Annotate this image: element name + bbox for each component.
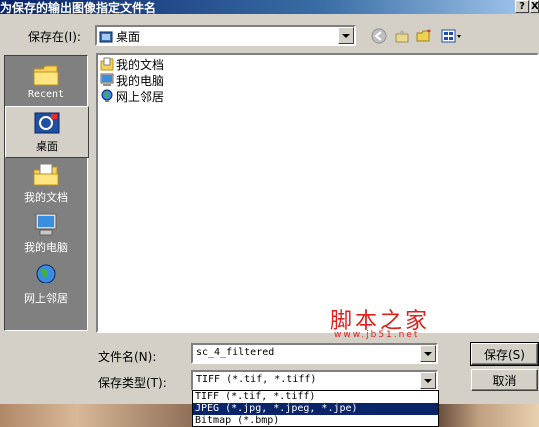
- list-item[interactable]: 我的电脑: [100, 72, 164, 88]
- file-name: 网上邻居: [116, 89, 165, 104]
- desktop-icon: [99, 30, 113, 44]
- filetype-value: TIFF (*.tif, *.tiff): [196, 374, 317, 385]
- place-label: 网上邻居: [24, 292, 68, 305]
- file-name: 我的文档: [116, 57, 165, 72]
- filetype-select[interactable]: TIFF (*.tif, *.tiff): [191, 370, 438, 391]
- my-documents-icon: [32, 162, 60, 188]
- save-in-label: 保存在(I):: [28, 30, 81, 44]
- close-button[interactable]: X: [530, 0, 539, 13]
- place-my-computer[interactable]: 我的电脑: [5, 208, 87, 258]
- file-name: 我的电脑: [116, 73, 165, 88]
- cancel-button[interactable]: 取消: [471, 369, 538, 391]
- my-computer-icon: [32, 212, 60, 238]
- filetype-dropdown: TIFF (*.tif, *.tiff) JPEG (*.jpg, *.jpeg…: [192, 390, 439, 427]
- help-button[interactable]: ?: [515, 0, 529, 13]
- svg-text:*: *: [427, 28, 431, 37]
- filename-label: 文件名(N):: [98, 350, 157, 364]
- watermark-url: www.jb51.net: [334, 330, 420, 340]
- view-menu-icon[interactable]: [440, 27, 464, 45]
- filetype-option[interactable]: TIFF (*.tif, *.tiff): [193, 391, 438, 403]
- recent-folder-icon: [32, 62, 60, 88]
- place-label: 我的文档: [24, 191, 68, 204]
- save-button[interactable]: 保存(S): [470, 342, 539, 366]
- save-in-value: 桌面: [116, 30, 141, 44]
- place-my-documents[interactable]: 我的文档: [5, 158, 87, 208]
- window-title: 为保存的输出图像指定文件名: [0, 1, 157, 15]
- list-item[interactable]: 网上邻居: [100, 88, 164, 104]
- place-recent[interactable]: Recent: [5, 58, 87, 108]
- file-list[interactable]: 我的文档 我的电脑 网上邻居 脚本之家 www.jb51.net: [96, 53, 539, 340]
- places-bar: Recent 桌面 我的文档 我的电脑 网上邻居: [4, 55, 89, 331]
- place-desktop[interactable]: 桌面: [5, 106, 89, 158]
- up-folder-icon[interactable]: [393, 27, 411, 45]
- filetype-option-selected[interactable]: JPEG (*.jpg, *.jpeg, *.jpe): [193, 403, 438, 415]
- place-network[interactable]: 网上邻居: [5, 259, 87, 309]
- list-item[interactable]: 我的文档: [100, 56, 164, 72]
- filetype-label: 保存类型(T):: [98, 376, 167, 390]
- desktop-icon: [33, 111, 61, 137]
- place-label: Recent: [27, 89, 65, 100]
- background-photo: [439, 404, 539, 427]
- my-documents-icon: [100, 57, 114, 71]
- chevron-down-icon[interactable]: [420, 372, 436, 389]
- save-in-combo[interactable]: 桌面: [95, 25, 356, 46]
- place-label: 我的电脑: [24, 241, 68, 254]
- chevron-down-icon[interactable]: [420, 345, 436, 362]
- filename-value: sc_4_filtered: [196, 347, 275, 358]
- back-icon[interactable]: [370, 27, 388, 45]
- filetype-option[interactable]: Bitmap (*.bmp): [193, 415, 438, 427]
- network-icon: [100, 89, 114, 103]
- filename-input[interactable]: sc_4_filtered: [191, 343, 438, 364]
- place-label: 桌面: [36, 140, 58, 153]
- background-photo: [0, 404, 192, 427]
- my-computer-icon: [100, 73, 114, 87]
- network-icon: [32, 263, 60, 289]
- chevron-down-icon[interactable]: [338, 27, 354, 44]
- title-bar: 为保存的输出图像指定文件名: [0, 0, 539, 15]
- new-folder-icon[interactable]: *: [416, 27, 434, 45]
